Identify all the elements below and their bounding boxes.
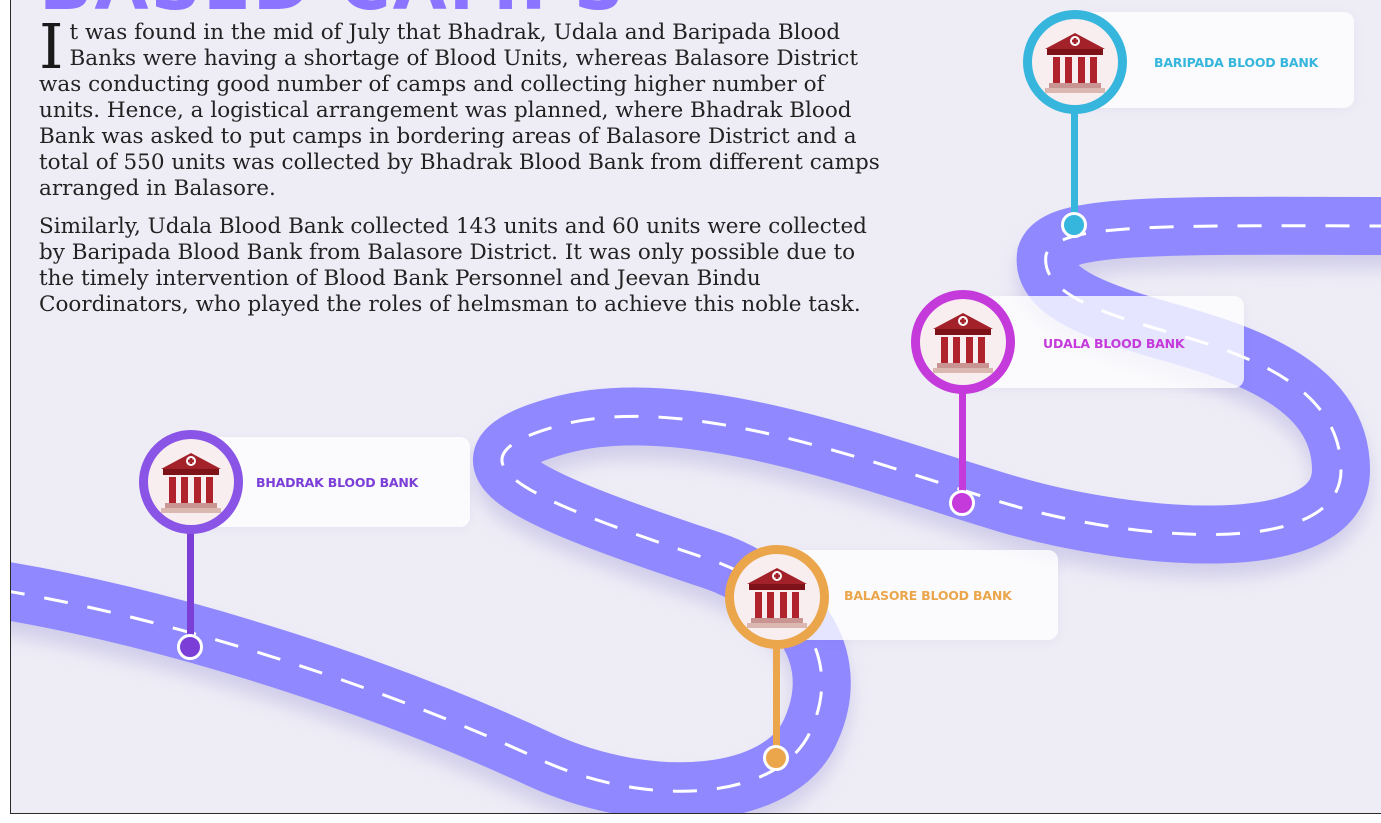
baripada-pin-line [1071,100,1078,225]
udala-pin-dot [949,490,975,516]
bhadrak-label: BHADRAK BLOOD BANK [256,475,419,490]
baripada-pin-dot [1061,212,1087,238]
udala-label: UDALA BLOOD BANK [1043,336,1185,351]
balasore-pin-dot [763,745,789,771]
baripada-marker [1023,10,1127,114]
balasore-marker [725,545,829,649]
bhadrak-pin-dot [177,634,203,660]
bank-building-icon [161,453,221,513]
bhadrak-marker [139,430,243,534]
road-map [11,196,1381,813]
bank-building-icon [933,313,993,373]
balasore-pin-line [773,636,780,756]
infographic-panel: BASED CAMPS It was found in the mid of J… [10,0,1381,814]
udala-marker [911,290,1015,394]
udala-pin-line [959,384,966,500]
baripada-label: BARIPADA BLOOD BANK [1154,55,1319,70]
bhadrak-pin-line [187,520,194,645]
bank-building-icon [747,568,807,628]
bank-building-icon [1045,33,1105,93]
balasore-label: BALASORE BLOOD BANK [844,588,1012,603]
